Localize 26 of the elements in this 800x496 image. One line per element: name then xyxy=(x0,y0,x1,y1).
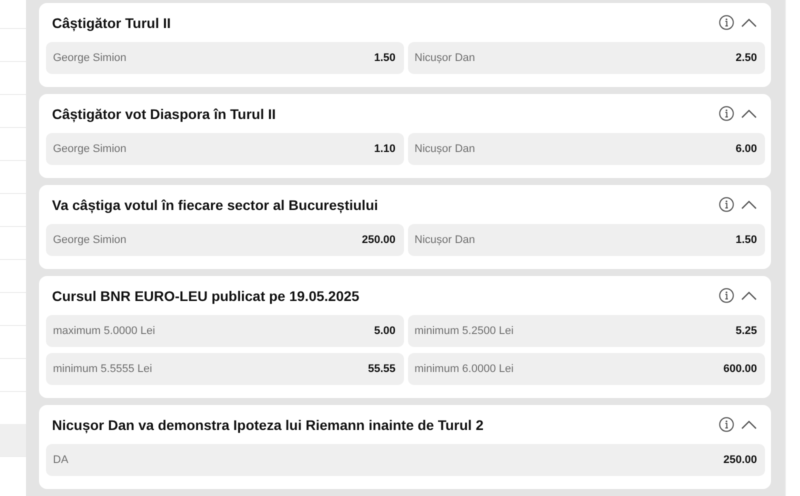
info-icon[interactable] xyxy=(719,15,734,30)
info-icon[interactable] xyxy=(719,197,734,212)
odds-button[interactable]: Nicușor Dan 1.50 xyxy=(408,224,765,256)
odds-button[interactable]: DA 250.00 xyxy=(46,444,765,476)
market-title: Câștigător vot Diaspora în Turul II xyxy=(52,106,277,122)
info-icon[interactable] xyxy=(719,288,734,303)
chevron-up-icon[interactable] xyxy=(741,420,757,430)
odds-button[interactable]: minimum 5.2500 Lei 5.25 xyxy=(408,315,765,347)
chevron-up-icon[interactable] xyxy=(741,290,757,300)
chevron-up-icon[interactable] xyxy=(741,18,757,28)
info-icon[interactable] xyxy=(719,417,734,432)
odds-button[interactable]: minimum 6.0000 Lei 600.00 xyxy=(408,353,765,385)
odds-button[interactable]: maximum 5.0000 Lei 5.00 xyxy=(46,315,404,347)
market-title: Nicușor Dan va demonstra Ipoteza lui Riemann inainte de Turul 2 xyxy=(52,416,484,432)
info-icon[interactable] xyxy=(719,106,734,121)
market-title: Cursul BNR EURO-LEU publicat pe 19.05.2025 xyxy=(52,288,360,304)
odds-button[interactable]: Nicușor Dan 2.50 xyxy=(408,42,765,74)
chevron-up-icon[interactable] xyxy=(741,108,757,118)
market-title: Câștigător Turul II xyxy=(52,14,172,30)
chevron-up-icon[interactable] xyxy=(741,200,757,210)
odds-button[interactable]: George Simion 1.50 xyxy=(46,42,404,74)
odds-button[interactable]: Nicușor Dan 6.00 xyxy=(408,133,765,165)
market-title: Va câștiga votul în fiecare sector al Bucureștiului xyxy=(52,196,380,212)
odds-button[interactable]: George Simion 250.00 xyxy=(46,224,404,256)
odds-button[interactable]: George Simion 1.10 xyxy=(46,133,404,165)
odds-button[interactable]: minimum 5.5555 Lei 55.55 xyxy=(46,353,404,385)
